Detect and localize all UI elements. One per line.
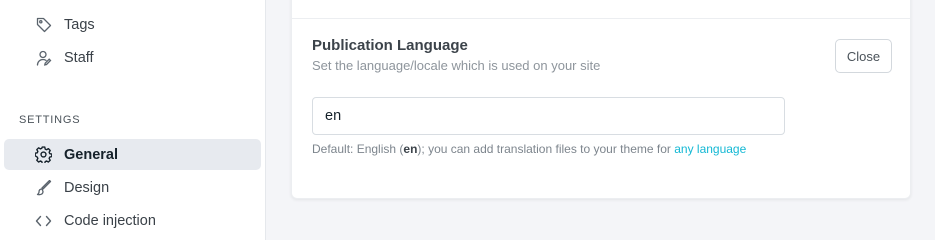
sidebar-item-code-injection[interactable]: Code injection [4,205,261,236]
sidebar-item-label: Code injection [64,212,156,229]
gear-icon [35,146,52,163]
settings-section-title: SETTINGS [19,114,81,126]
brush-icon [35,179,52,196]
sidebar-item-label: General [64,146,118,163]
language-hint: Default: English (en); you can add trans… [312,142,746,156]
setting-description: Set the language/locale which is used on… [312,58,601,73]
language-input[interactable] [312,97,785,135]
code-icon [35,212,52,229]
sidebar-item-label: Tags [64,16,95,33]
sidebar-item-staff[interactable]: Staff [4,42,261,73]
sidebar-item-label: Staff [64,49,94,66]
sidebar: Tags Staff SETTINGS General Design Code … [0,0,266,240]
tag-icon [35,16,52,33]
sidebar-item-tags[interactable]: Tags [4,9,261,40]
hint-prefix: Default: English ( [312,142,404,156]
any-language-link[interactable]: any language [674,142,746,156]
staff-icon [35,49,52,66]
settings-card: Publication Language Set the language/lo… [291,0,911,199]
close-button[interactable]: Close [835,39,892,73]
setting-title: Publication Language [312,37,468,54]
divider [292,18,910,19]
sidebar-item-label: Design [64,179,110,196]
hint-code: en [403,142,418,156]
hint-middle: ); you can add translation files to your… [417,142,675,156]
sidebar-item-design[interactable]: Design [4,172,261,203]
sidebar-item-general[interactable]: General [4,139,261,170]
